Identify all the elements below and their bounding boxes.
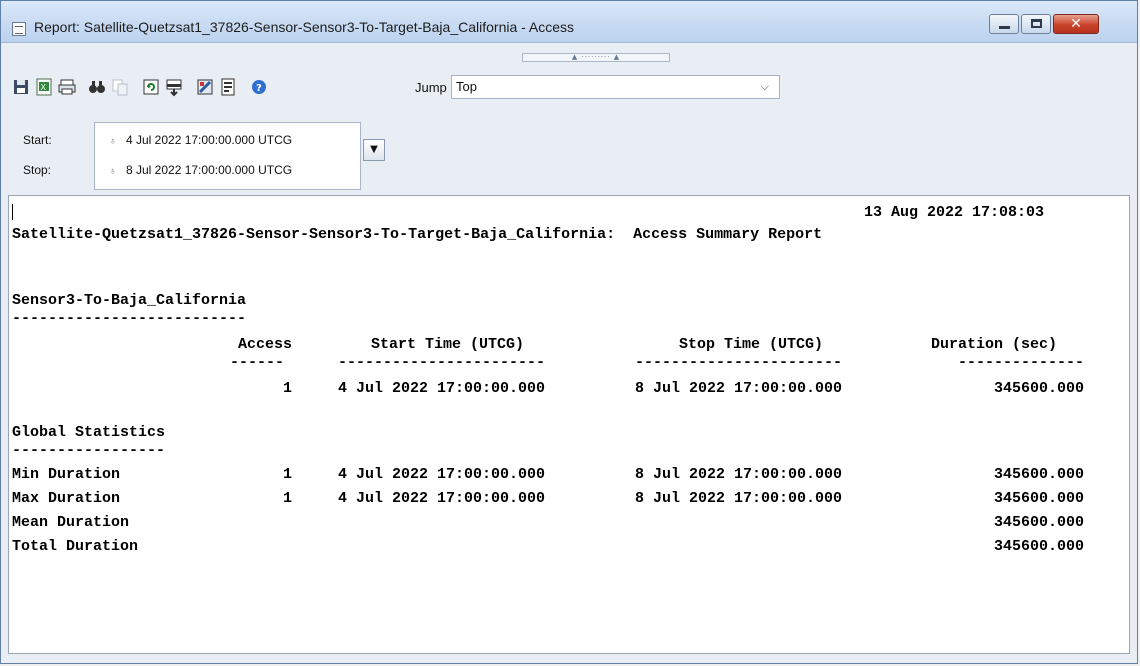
print-icon[interactable]	[57, 77, 77, 97]
start-time-value[interactable]: ♁ 4 Jul 2022 17:00:00.000 UTCG	[109, 133, 292, 147]
toolbar-collapse-handle[interactable]: ▲ ········· ▲	[522, 53, 670, 62]
refresh-icon[interactable]	[141, 77, 161, 97]
section-title: Sensor3-To-Baja_California	[12, 292, 247, 309]
minimize-button[interactable]	[989, 14, 1019, 34]
text-cursor	[12, 204, 13, 220]
clock-icon: ♁	[109, 136, 117, 147]
global-statistics-underline: -----------------	[12, 442, 166, 459]
maximize-button[interactable]	[1021, 14, 1051, 34]
find-icon[interactable]	[87, 77, 107, 97]
stat-duration: 345600.000	[993, 490, 1084, 507]
report-heading: Satellite-Quetzsat1_37826-Sensor-Sensor3…	[12, 226, 823, 243]
column-header-access: Access	[237, 336, 292, 353]
close-button[interactable]: ✕	[1053, 14, 1099, 34]
jump-label: Jump	[415, 80, 447, 95]
column-underline: -----------------------	[635, 354, 843, 371]
chevron-down-icon: ⌵	[760, 80, 769, 93]
stat-duration: 345600.000	[993, 514, 1084, 531]
column-header-duration: Duration (sec)	[931, 336, 1058, 353]
report-timestamp: 13 Aug 2022 17:08:03	[864, 204, 1045, 221]
stop-label: Stop:	[23, 163, 52, 177]
start-label: Start:	[23, 133, 52, 147]
stat-stop-time: 8 Jul 2022 17:00:00.000	[635, 490, 843, 507]
stat-label: Max Duration	[12, 490, 121, 507]
section-underline: --------------------------	[12, 310, 247, 327]
stat-access: 1	[282, 466, 292, 483]
start-time-text: 4 Jul 2022 17:00:00.000 UTCG	[126, 133, 293, 147]
close-icon: ✕	[1070, 16, 1082, 32]
column-underline: --------------	[958, 354, 1085, 371]
access-stop-time: 8 Jul 2022 17:00:00.000	[635, 380, 843, 397]
report-text-area[interactable]: 13 Aug 2022 17:08:03 Satellite-Quetzsat1…	[8, 195, 1130, 654]
time-period-dropdown-button[interactable]: ▼	[363, 139, 385, 161]
svg-text:X: X	[41, 83, 47, 92]
access-duration: 345600.000	[993, 380, 1084, 397]
title-bar[interactable]: Report: Satellite-Quetzsat1_37826-Sensor…	[1, 1, 1137, 43]
stop-time-text: 8 Jul 2022 17:00:00.000 UTCG	[126, 163, 293, 177]
stat-duration: 345600.000	[993, 538, 1084, 555]
save-icon[interactable]	[11, 77, 31, 97]
svg-text:?: ?	[256, 83, 262, 94]
global-statistics-title: Global Statistics	[12, 424, 166, 441]
report-window-icon	[12, 22, 26, 36]
column-underline: ------	[230, 354, 285, 371]
stop-time-value[interactable]: ♁ 8 Jul 2022 17:00:00.000 UTCG	[109, 163, 292, 177]
stat-access: 1	[282, 490, 292, 507]
jump-select[interactable]: Top ⌵	[451, 75, 780, 99]
clock-icon: ♁	[109, 166, 117, 177]
column-header-start-time: Start Time (UTCG)	[371, 336, 525, 353]
stat-duration: 345600.000	[993, 466, 1084, 483]
stat-label: Mean Duration	[12, 514, 130, 531]
stat-label: Total Duration	[12, 538, 139, 555]
report-manager-icon[interactable]	[218, 77, 238, 97]
minimize-icon	[999, 26, 1010, 29]
copy-icon[interactable]	[110, 77, 130, 97]
access-start-time: 4 Jul 2022 17:00:00.000	[338, 380, 546, 397]
stat-label: Min Duration	[12, 466, 121, 483]
report-window: Report: Satellite-Quetzsat1_37826-Sensor…	[0, 0, 1138, 664]
jump-select-value: Top	[456, 79, 477, 94]
access-number: 1	[282, 380, 292, 397]
report-toolbar: X ? Jump Top ⌵	[1, 63, 1137, 113]
stat-start-time: 4 Jul 2022 17:00:00.000	[338, 466, 546, 483]
column-header-stop-time: Stop Time (UTCG)	[679, 336, 824, 353]
time-period-box[interactable]: ♁ 4 Jul 2022 17:00:00.000 UTCG ♁ 8 Jul 202…	[94, 122, 361, 190]
stat-start-time: 4 Jul 2022 17:00:00.000	[338, 490, 546, 507]
column-underline: -----------------------	[338, 354, 546, 371]
stat-stop-time: 8 Jul 2022 17:00:00.000	[635, 466, 843, 483]
triangle-down-icon: ▼	[370, 144, 378, 155]
maximize-icon	[1031, 19, 1042, 28]
graph-icon[interactable]	[164, 77, 184, 97]
window-title: Report: Satellite-Quetzsat1_37826-Sensor…	[34, 19, 575, 35]
help-icon[interactable]: ?	[249, 77, 269, 97]
report-style-icon[interactable]	[195, 77, 215, 97]
excel-export-icon[interactable]: X	[34, 77, 54, 97]
